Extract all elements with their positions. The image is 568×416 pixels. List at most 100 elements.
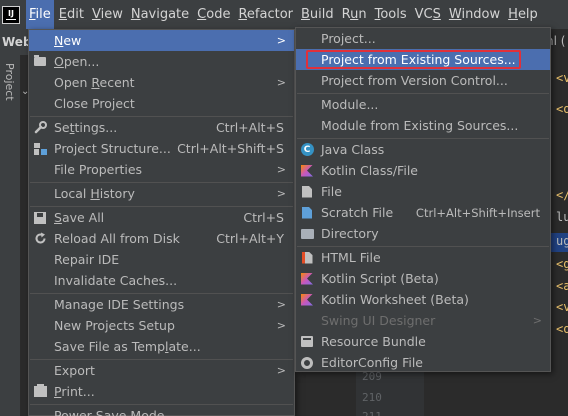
chevron-right-icon: > [276, 187, 286, 200]
new-module-from-existing-sources[interactable]: Module from Existing Sources... [296, 115, 550, 136]
menu-window[interactable]: Window [446, 0, 503, 29]
new-project[interactable]: Project... [296, 28, 550, 49]
file-menu-settings[interactable]: Settings... Ctrl+Alt+S [29, 117, 294, 138]
code-line: <o [556, 322, 568, 336]
shortcut-label: Ctrl+Alt+Shift+Insert [415, 205, 540, 220]
new-editorconfig-file[interactable]: EditorConfig File [296, 352, 550, 373]
print-icon [33, 384, 47, 397]
left-tool-strip: Project [0, 55, 21, 416]
new-file[interactable]: File [296, 181, 550, 202]
new-directory[interactable]: Directory [296, 223, 550, 244]
file-menu-new[interactable]: New > [29, 30, 294, 51]
chevron-right-icon: > [276, 364, 286, 377]
menu-tools[interactable]: Tools [372, 0, 410, 29]
code-line: lug [556, 210, 568, 224]
menu-code[interactable]: Code [194, 0, 233, 29]
line-number: 211 [362, 410, 382, 416]
new-kotlin-worksheet[interactable]: Kotlin Worksheet (Beta) [296, 289, 550, 310]
menu-item-label: Invalidate Caches... [54, 273, 178, 288]
chevron-right-icon: > [532, 314, 542, 327]
chevron-right-icon: > [276, 319, 286, 332]
menu-item-label: Manage IDE Settings [54, 297, 185, 312]
file-menu-repair-ide[interactable]: Repair IDE [29, 249, 294, 270]
chevron-right-icon: > [276, 76, 286, 89]
code-line: ugi [556, 234, 568, 248]
code-line: <v [556, 300, 568, 314]
save-icon [34, 211, 46, 224]
new-module[interactable]: Module... [296, 94, 550, 115]
new-resource-bundle[interactable]: Resource Bundle [296, 331, 550, 352]
resource-bundle-icon [301, 336, 313, 347]
menu-item-label: Scratch File [321, 205, 394, 220]
menu-item-label: Save All [54, 210, 105, 225]
menu-item-label: Resource Bundle [321, 334, 426, 349]
menu-item-label: Power Save Mode [54, 408, 165, 416]
folder-icon [300, 228, 314, 239]
file-menu-print[interactable]: Print... [29, 381, 294, 402]
file-menu-invalidate-caches[interactable]: Invalidate Caches... [29, 270, 294, 291]
new-html-file[interactable]: HTML File [296, 247, 550, 268]
highlight-box [306, 50, 521, 69]
menu-item-label: New [54, 33, 82, 48]
chevron-right-icon: > [276, 298, 286, 311]
new-submenu-popup: Project... Project from Existing Sources… [295, 27, 551, 372]
project-tool-tab[interactable]: Project [2, 61, 18, 121]
file-menu-open-recent[interactable]: Open Recent > [29, 72, 294, 93]
menu-vcs[interactable]: VCS [412, 0, 444, 29]
file-menu-manage-ide-settings[interactable]: Manage IDE Settings > [29, 294, 294, 315]
scratch-file-icon [302, 206, 312, 219]
new-scratch-file[interactable]: Scratch File Ctrl+Alt+Shift+Insert [296, 202, 550, 223]
shortcut-label: Ctrl+Alt+S [215, 120, 284, 135]
file-menu-save-all[interactable]: Save All Ctrl+S [29, 207, 294, 228]
menu-item-label: Project... [321, 31, 376, 46]
new-kotlin-script[interactable]: Kotlin Script (Beta) [296, 268, 550, 289]
file-menu-close-project[interactable]: Close Project [29, 93, 294, 114]
file-menu-export[interactable]: Export > [29, 360, 294, 381]
menu-item-label: Settings... [54, 120, 118, 135]
file-menu-reload-all[interactable]: Reload All from Disk Ctrl+Alt+Y [29, 228, 294, 249]
menu-navigate[interactable]: Navigate [128, 0, 192, 29]
menu-help[interactable]: Help [505, 0, 541, 29]
menu-item-label: EditorConfig File [321, 355, 423, 370]
menu-item-label: Open... [54, 54, 100, 69]
menu-item-label: Reload All from Disk [54, 231, 180, 246]
chevron-right-icon: > [276, 34, 286, 47]
menu-item-label: File [321, 184, 342, 199]
menu-item-label: Module... [321, 97, 379, 112]
new-swing-ui-designer[interactable]: Swing UI Designer > [296, 310, 550, 331]
file-menu-popup: New > Open... Open Recent > Close Project … [28, 29, 295, 416]
menu-item-label: Swing UI Designer [321, 313, 436, 328]
file-menu-project-structure[interactable]: Project Structure... Ctrl+Alt+Shift+S [29, 138, 294, 159]
menu-file[interactable]: File [26, 0, 54, 29]
menu-item-label: HTML File [321, 250, 381, 265]
code-line: </ [556, 188, 568, 202]
menu-run[interactable]: Run [339, 0, 370, 29]
menu-item-label: Directory [321, 226, 379, 241]
file-menu-file-properties[interactable]: File Properties > [29, 159, 294, 180]
menu-view[interactable]: View [89, 0, 126, 29]
file-menu-open[interactable]: Open... [29, 51, 294, 72]
new-java-class[interactable]: C Java Class [296, 139, 550, 160]
project-structure-icon [33, 142, 47, 155]
menu-refactor[interactable]: Refactor [235, 0, 296, 29]
code-line: <o [556, 102, 568, 116]
menu-item-label: Open Recent [54, 75, 135, 90]
reload-icon [35, 232, 45, 244]
project-name-label: Web [0, 29, 28, 55]
file-menu-local-history[interactable]: Local History > [29, 183, 294, 204]
shortcut-label: Ctrl+Alt+Y [216, 231, 284, 246]
shortcut-label: Ctrl+S [243, 210, 284, 225]
file-menu-power-save-mode[interactable]: Power Save Mode [29, 405, 294, 416]
menu-item-label: New Projects Setup [54, 318, 175, 333]
menu-build[interactable]: Build [298, 0, 337, 29]
file-menu-new-projects-setup[interactable]: New Projects Setup > [29, 315, 294, 336]
menu-item-label: Kotlin Script (Beta) [321, 271, 439, 286]
menu-edit[interactable]: Edit [56, 0, 87, 29]
file-menu-save-as-template[interactable]: Save File as Template... [29, 336, 294, 357]
intellij-logo-icon: IJ [2, 5, 20, 24]
menu-item-label: Kotlin Worksheet (Beta) [321, 292, 469, 307]
new-kotlin-class[interactable]: Kotlin Class/File [296, 160, 550, 181]
menu-item-label: Kotlin Class/File [321, 163, 418, 178]
menu-item-label: File Properties [54, 162, 143, 177]
new-project-from-vcs[interactable]: Project from Version Control... [296, 70, 550, 91]
